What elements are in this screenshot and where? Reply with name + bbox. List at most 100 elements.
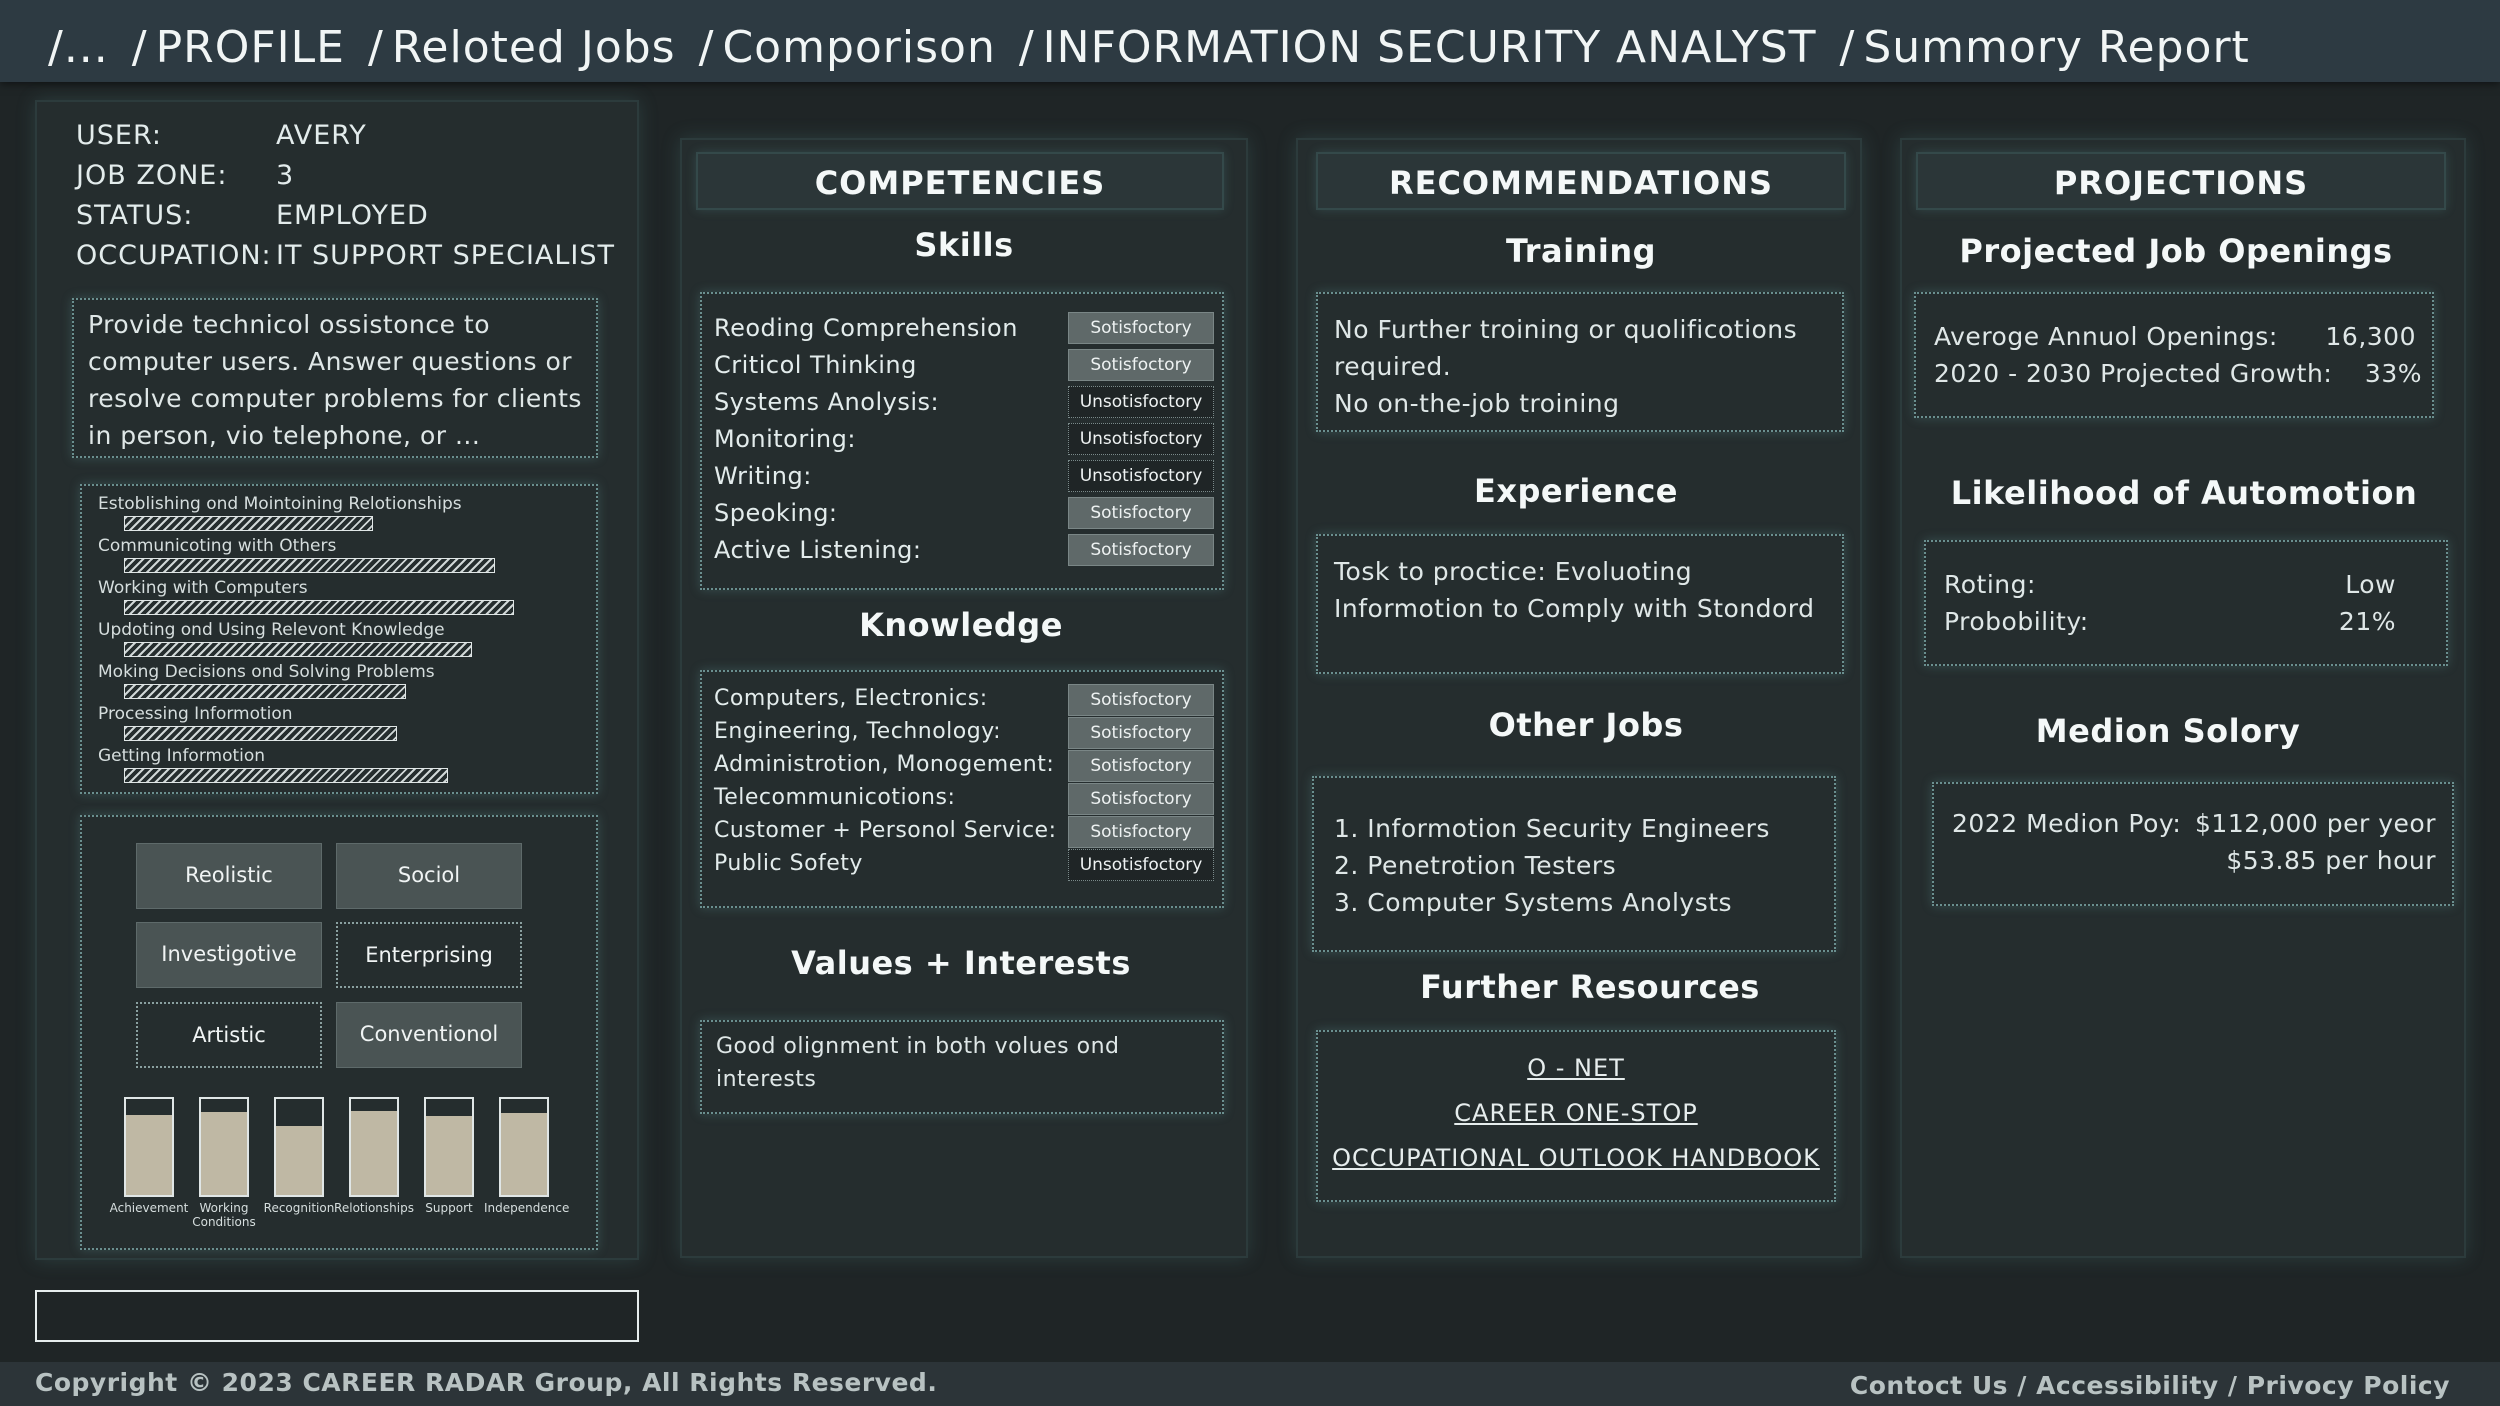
work-activity-label: Moking Decisions ond Solving Problems: [98, 662, 435, 682]
breadcrumb-occupation[interactable]: INFORMATION SECURITY ANALYST: [1043, 22, 1817, 73]
values-interests-title: Values + Interests: [791, 944, 1131, 982]
values-interests-text: Good olignment in both volues ond intere…: [716, 1034, 1120, 1092]
breadcrumb-separator: /: [131, 22, 148, 73]
work-value-label: Relotionships: [334, 1201, 414, 1215]
interest-enterprising-button[interactable]: Enterprising: [336, 922, 522, 988]
work-activity-bar: [124, 726, 397, 741]
contact-us-link[interactable]: Contoct Us: [1850, 1371, 2008, 1400]
work-value-fill: [276, 1125, 322, 1195]
recommendations-header: RECOMMENDATIONS: [1316, 152, 1846, 210]
breadcrumb-separator: /: [367, 22, 384, 73]
training-text-1: No Further troining or quolificotions re…: [1334, 315, 1798, 381]
work-value-bar: [349, 1097, 399, 1197]
median-pay-hour: $53.85 per hour: [2226, 846, 2436, 875]
growth-label: 2020 - 2030 Projected Growth:: [1934, 359, 2333, 388]
knowledge-label: Public Sofety: [714, 851, 863, 876]
breadcrumb: /... / PROFILE / Reloted Jobs / Comporison …: [48, 22, 2258, 73]
avg-openings-value: 16,300: [2325, 322, 2416, 351]
breadcrumb-separator: /: [1018, 22, 1035, 73]
skill-status-badge: Unsotisfoctory: [1068, 460, 1214, 492]
other-job-item[interactable]: 2. Penetrotion Testers: [1334, 847, 1616, 884]
other-jobs-title: Other Jobs: [1488, 706, 1684, 744]
work-activity-label: Working with Computers: [98, 578, 308, 598]
work-activity-label: Processing Informotion: [98, 704, 293, 724]
status-label: STATUS:: [76, 200, 194, 231]
work-value-fill: [126, 1115, 172, 1195]
work-activity-bar: [124, 684, 406, 699]
training-text-2: No on-the-job troining: [1334, 389, 1620, 418]
user-label: USER:: [76, 120, 162, 151]
experience-title: Experience: [1473, 472, 1678, 510]
occupation-description: Provide technicol ossistonce to computer…: [88, 310, 582, 450]
interest-artistic-button[interactable]: Artistic: [136, 1002, 322, 1068]
interest-investigotive-button[interactable]: Investigotive: [136, 922, 322, 988]
skill-status-badge: Sotisfoctory: [1068, 534, 1214, 566]
breadcrumb-current: Summory Report: [1863, 22, 2250, 73]
breadcrumb-separator: /: [698, 22, 715, 73]
work-value-label: Working Conditions: [192, 1201, 256, 1229]
work-activity-label: Communicoting with Others: [98, 536, 337, 556]
work-value-bar: [124, 1097, 174, 1197]
skill-status-badge: Sotisfoctory: [1068, 497, 1214, 529]
work-activity-label: Estoblishing ond Mointoining Relotionshi…: [98, 494, 462, 514]
occupation-row: OCCUPATION: IT SUPPORT SPECIALIST: [76, 240, 615, 271]
skill-label: Speoking:: [714, 499, 838, 527]
rating-value: Low: [2345, 570, 2396, 599]
copyright-text: Copyright © 2023 CAREER RADAR Group, All…: [35, 1368, 938, 1397]
status-value: EMPLOYED: [276, 200, 429, 231]
interest-sociol-button[interactable]: Sociol: [336, 843, 522, 909]
rating-label: Roting:: [1944, 570, 2036, 599]
knowledge-label: Engineering, Technology:: [714, 719, 1002, 744]
competencies-header: COMPETENCIES: [696, 152, 1224, 210]
knowledge-title: Knowledge: [859, 606, 1063, 644]
interest-reolistic-button[interactable]: Reolistic: [136, 843, 322, 909]
resource-link[interactable]: CAREER ONE-STOP: [1316, 1099, 1836, 1127]
work-activity-label: Getting Informotion: [98, 746, 266, 766]
breadcrumb-separator: /: [1839, 22, 1856, 73]
work-value-bar: [274, 1097, 324, 1197]
job-zone-label: JOB ZONE:: [76, 160, 228, 191]
other-job-item[interactable]: 3. Computer Systems Anolysts: [1334, 884, 1732, 921]
occupation-value: IT SUPPORT SPECIALIST: [276, 240, 616, 271]
median-salary-title: Medion Solory: [2035, 712, 2301, 750]
work-activity-bar: [124, 516, 373, 531]
skill-status-badge: Unsotisfoctory: [1068, 423, 1214, 455]
search-input[interactable]: [35, 1290, 639, 1342]
work-activity-bar: [124, 642, 472, 657]
breadcrumb-profile[interactable]: PROFILE: [156, 22, 345, 73]
work-value-fill: [501, 1113, 547, 1195]
breadcrumb-comparison[interactable]: Comporison: [722, 22, 995, 73]
work-value-bar: [424, 1097, 474, 1197]
resource-link[interactable]: O - NET: [1316, 1054, 1836, 1082]
work-activity-bar: [124, 600, 514, 615]
interest-conventionol-button[interactable]: Conventionol: [336, 1002, 522, 1068]
knowledge-label: Computers, Electronics:: [714, 686, 988, 711]
knowledge-label: Administrotion, Monogement:: [714, 752, 1055, 777]
skill-label: Systems Anolysis:: [714, 388, 940, 416]
privacy-policy-link[interactable]: Privocy Policy: [2247, 1371, 2450, 1400]
accessibility-link[interactable]: Accessibility: [2036, 1371, 2219, 1400]
resource-link[interactable]: OCCUPATIONAL OUTLOOK HANDBOOK: [1316, 1144, 1836, 1172]
probability-label: Probobility:: [1944, 607, 2089, 636]
work-value-label: Support: [425, 1201, 473, 1215]
footer-separator: /: [2218, 1371, 2247, 1400]
work-value-fill: [426, 1116, 472, 1195]
median-pay-label: 2022 Medion Poy:: [1952, 809, 2182, 838]
skill-label: Writing:: [714, 462, 812, 490]
work-value-fill: [351, 1110, 397, 1195]
automation-title: Likelihood of Automotion: [1950, 474, 2418, 512]
breadcrumb-ellipsis[interactable]: /...: [48, 22, 109, 73]
footer-links: Contoct Us / Accessibility / Privocy Pol…: [1850, 1371, 2450, 1400]
work-value-bar: [499, 1097, 549, 1197]
breadcrumb-related-jobs[interactable]: Reloted Jobs: [392, 22, 676, 73]
work-activity-bar: [124, 768, 448, 783]
top-bar: /... / PROFILE / Reloted Jobs / Comporison …: [0, 0, 2500, 82]
probability-value: 21%: [2338, 607, 2396, 636]
user-row: USER: AVERY: [76, 120, 367, 151]
other-job-item[interactable]: 1. Informotion Security Engineers: [1334, 810, 1770, 847]
occupation-label: OCCUPATION:: [76, 240, 272, 271]
further-resources-title: Further Resources: [1420, 968, 1760, 1006]
training-title: Training: [1505, 232, 1657, 270]
status-row: STATUS: EMPLOYED: [76, 200, 429, 231]
work-activity-label: Updoting ond Using Relevont Knowledge: [98, 620, 445, 640]
